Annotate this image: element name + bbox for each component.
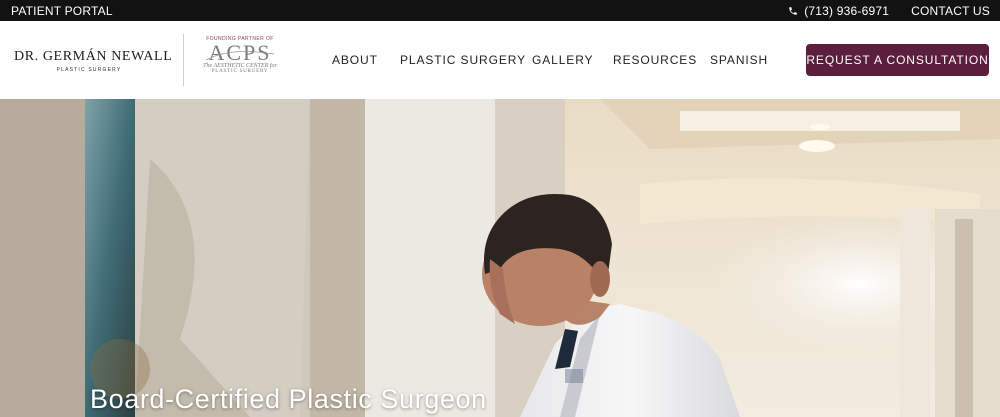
acps-swoosh-icon xyxy=(205,51,275,61)
hero-image xyxy=(0,99,1000,417)
contact-us-link[interactable]: CONTACT US xyxy=(911,4,990,18)
acps-logo[interactable]: FOUNDING PARTNER OF ACPS The AESTHETIC C… xyxy=(200,36,280,74)
site-logo[interactable]: DR. GERMÁN NEWALL PLASTIC SURGERY xyxy=(14,49,173,73)
acps-tagline-2: PLASTIC SURGERY xyxy=(211,69,269,74)
logo-name: DR. GERMÁN NEWALL xyxy=(14,49,173,64)
nav-item-spanish[interactable]: SPANISH xyxy=(710,53,768,67)
hero-section: Board-Certified Plastic Surgeon xyxy=(0,99,1000,417)
nav-item-resources[interactable]: RESOURCES xyxy=(613,53,697,67)
nav-item-gallery[interactable]: GALLERY xyxy=(532,53,593,67)
utility-bar: PATIENT PORTAL (713) 936-6971 CONTACT US xyxy=(0,0,1000,21)
logo-subtitle: PLASTIC SURGERY xyxy=(56,67,122,73)
nav-item-plastic-surgery[interactable]: PLASTIC SURGERY xyxy=(400,53,526,67)
site-header: DR. GERMÁN NEWALL PLASTIC SURGERY FOUNDI… xyxy=(0,21,1000,99)
phone-number: (713) 936-6971 xyxy=(804,3,890,18)
logo-divider xyxy=(183,34,184,86)
utility-bar-right: (713) 936-6971 CONTACT US xyxy=(788,4,990,18)
nav-item-about[interactable]: ABOUT xyxy=(332,53,378,67)
phone-link[interactable]: (713) 936-6971 xyxy=(788,4,889,18)
phone-icon xyxy=(789,6,797,15)
hero-title: Board-Certified Plastic Surgeon xyxy=(90,384,487,414)
patient-portal-link[interactable]: PATIENT PORTAL xyxy=(11,4,113,18)
request-consultation-button[interactable]: REQUEST A CONSULTATION xyxy=(806,44,989,76)
